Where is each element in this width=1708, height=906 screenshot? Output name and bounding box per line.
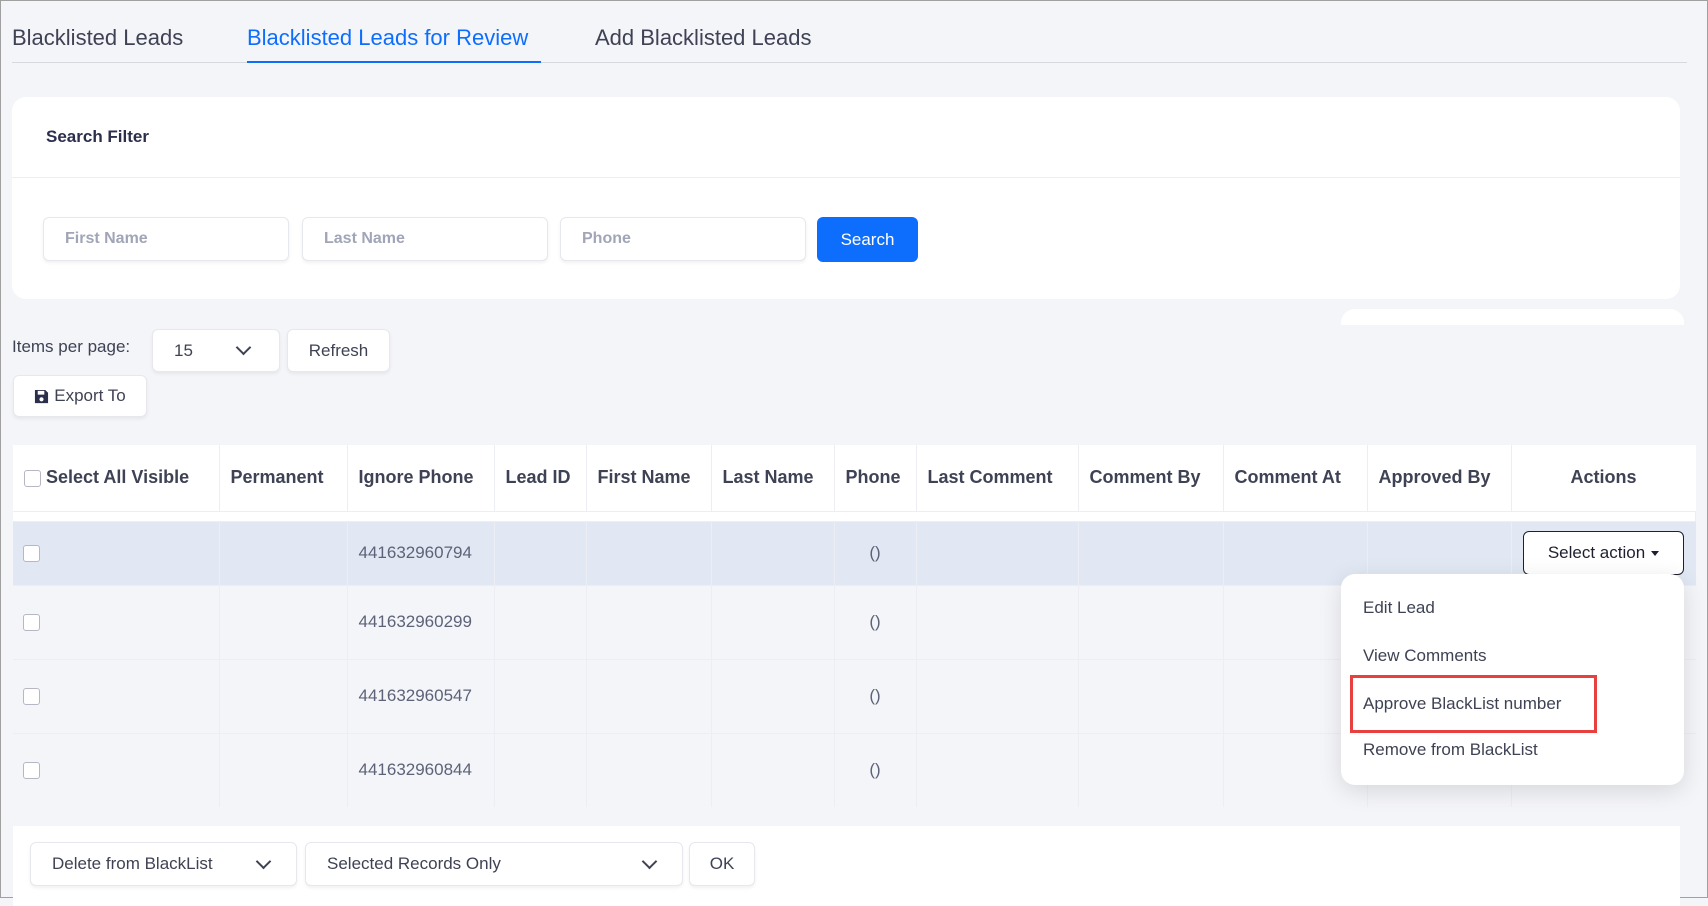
tab-add-blacklisted-leads[interactable]: Add Blacklisted Leads	[595, 25, 811, 51]
row-checkbox[interactable]	[23, 688, 40, 706]
tab-blacklisted-leads[interactable]: Blacklisted Leads	[12, 25, 183, 51]
column-header: Actions	[1570, 467, 1637, 488]
phone-cell: ()	[834, 520, 917, 585]
panel-edge	[1341, 309, 1684, 325]
export-button[interactable]: Export To	[13, 375, 147, 417]
record-scope-value: Selected Records Only	[327, 854, 501, 873]
ignore-phone-cell: 441632960794	[347, 520, 495, 585]
select-action-button[interactable]: Select action	[1523, 531, 1684, 575]
row-checkbox[interactable]	[23, 545, 40, 563]
column-header: Phone	[834, 445, 917, 511]
bulk-action-value: Delete from BlackList	[52, 854, 213, 873]
row-checkbox[interactable]	[23, 762, 40, 780]
column-header: Select All Visible	[46, 467, 190, 488]
last-name-input[interactable]	[302, 217, 548, 261]
ignore-phone-cell: 441632960299	[347, 584, 495, 659]
permanent-cell	[219, 584, 348, 659]
save-icon	[35, 389, 49, 403]
menu-item-remove-from-blacklist[interactable]: Remove from BlackList	[1363, 740, 1538, 760]
column-header: First Name	[586, 445, 712, 511]
refresh-button[interactable]: Refresh	[287, 329, 390, 372]
column-header: Permanent	[219, 445, 348, 511]
chevron-down-icon	[235, 339, 252, 356]
phone-cell: ()	[834, 584, 917, 659]
column-header: Last Name	[711, 445, 835, 511]
permanent-cell	[219, 732, 348, 807]
active-tab-indicator	[247, 61, 541, 63]
column-header: Comment At	[1223, 445, 1368, 511]
phone-input[interactable]	[560, 217, 806, 261]
permanent-cell	[219, 520, 348, 585]
menu-item-view-comments[interactable]: View Comments	[1363, 646, 1486, 666]
export-label: Export To	[54, 386, 126, 405]
bulk-action-select[interactable]: Delete from BlackList	[30, 842, 297, 886]
record-scope-select[interactable]: Selected Records Only	[305, 842, 683, 886]
column-header: Ignore Phone	[347, 445, 495, 511]
column-header: Approved By	[1367, 445, 1512, 511]
items-per-page-value: 15	[174, 340, 193, 360]
ok-button[interactable]: OK	[689, 842, 755, 886]
select-all-checkbox[interactable]	[24, 470, 41, 487]
phone-cell: ()	[834, 658, 917, 733]
column-header: Lead ID	[494, 445, 587, 511]
column-header: Comment By	[1078, 445, 1224, 511]
ignore-phone-cell: 441632960844	[347, 732, 495, 807]
highlight-box	[1350, 675, 1597, 733]
search-filter-title: Search Filter	[46, 127, 149, 146]
chevron-down-icon	[255, 853, 272, 870]
permanent-cell	[219, 658, 348, 733]
row-checkbox[interactable]	[23, 614, 40, 632]
caret-down-icon	[1651, 550, 1660, 556]
search-button[interactable]: Search	[817, 217, 918, 262]
phone-cell: ()	[834, 732, 917, 807]
items-per-page-select[interactable]: 15	[152, 329, 280, 372]
divider	[12, 177, 1680, 178]
first-name-input[interactable]	[43, 217, 289, 261]
tab-blacklisted-leads-for-review[interactable]: Blacklisted Leads for Review	[247, 25, 528, 51]
menu-item-edit-lead[interactable]: Edit Lead	[1363, 598, 1435, 618]
chevron-down-icon	[641, 853, 658, 870]
column-header: Last Comment	[916, 445, 1079, 511]
ignore-phone-cell: 441632960547	[347, 658, 495, 733]
column-select-all[interactable]: Select All Visible	[13, 445, 220, 511]
items-per-page-label: Items per page:	[12, 337, 131, 356]
search-filter-card: Search Filter Search	[12, 97, 1680, 299]
